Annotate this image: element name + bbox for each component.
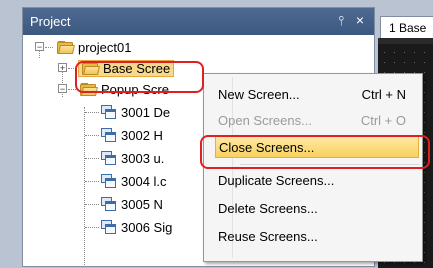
grid-dot [424, 112, 425, 113]
tree-node-screen[interactable]: 3006 Sig [85, 217, 172, 237]
annotation-highlight-base-screen [75, 61, 204, 93]
screen-icon [101, 151, 116, 165]
grid-dot [404, 262, 405, 263]
grid-dot [424, 92, 425, 93]
screen-icon [101, 174, 116, 188]
grid-dot [424, 102, 425, 103]
menu-item-label: Delete Screens... [218, 201, 318, 216]
screen-icon [101, 128, 116, 142]
annotation-highlight-close-screens [200, 135, 430, 169]
menu-item-duplicate-screens[interactable]: Duplicate Screens... [216, 170, 414, 192]
grid-dot [424, 132, 425, 133]
grid-dot [424, 72, 425, 73]
screen-icon [101, 220, 116, 234]
grid-dot [394, 62, 395, 63]
menu-item-shortcut: Ctrl + N [361, 87, 406, 102]
grid-dot [424, 232, 425, 233]
grid-dot [424, 122, 425, 123]
tree-label: 3003 u. [121, 150, 165, 166]
panel-title: Project [30, 14, 71, 29]
menu-item-label: Open Screens... [218, 113, 312, 128]
grid-dot [424, 182, 425, 183]
menu-item-new-screen[interactable]: New Screen... Ctrl + N [216, 84, 414, 106]
grid-dot [414, 52, 415, 53]
grid-dot [414, 62, 415, 63]
screen-icon [101, 197, 116, 211]
grid-dot [424, 62, 425, 63]
menu-item-open-screens[interactable]: Open Screens... Ctrl + O [216, 110, 414, 132]
tree-label: 3006 Sig [121, 219, 173, 235]
close-icon[interactable]: × [356, 12, 364, 28]
grid-dot [424, 252, 425, 253]
grid-dot [384, 52, 385, 53]
menu-item-label: Reuse Screens... [218, 229, 318, 244]
tree-label: project01 [78, 39, 132, 55]
grid-dot [424, 212, 425, 213]
tree-node-screen[interactable]: 3002 H [85, 125, 163, 145]
tree-node-project01[interactable]: − project01 [35, 37, 131, 57]
grid-dot [414, 262, 415, 263]
menu-item-label: Duplicate Screens... [218, 173, 335, 188]
tree-node-screen[interactable]: 3003 u. [85, 148, 164, 168]
grid-dot [424, 52, 425, 53]
panel-header: Project ⫯ × [23, 8, 374, 35]
expand-icon[interactable]: + [58, 63, 67, 73]
grid-dot [404, 62, 405, 63]
tree-node-screen[interactable]: 3004 l.c [85, 171, 167, 191]
grid-dot [424, 202, 425, 203]
collapse-icon[interactable]: − [58, 84, 67, 94]
grid-dot [384, 262, 385, 263]
folder-icon [57, 40, 75, 54]
menu-item-delete-screens[interactable]: Delete Screens... [216, 198, 414, 220]
grid-dot [404, 52, 405, 53]
collapse-icon[interactable]: − [35, 42, 44, 52]
screen-icon [101, 105, 116, 119]
grid-dot [424, 82, 425, 83]
grid-dot [394, 52, 395, 53]
grid-dot [394, 262, 395, 263]
tree-node-screen[interactable]: 3001 De [85, 102, 170, 122]
tree-label: 3002 H [121, 127, 163, 143]
menu-item-label: New Screen... [218, 87, 300, 102]
tree-label: 3001 De [121, 104, 171, 120]
ruler [378, 38, 433, 44]
menu-item-shortcut: Ctrl + O [360, 113, 406, 128]
tree-label: 3004 l.c [121, 173, 167, 189]
grid-dot [384, 62, 385, 63]
tab-base-screen[interactable]: 1 Base [380, 16, 433, 38]
menu-item-reuse-screens[interactable]: Reuse Screens... [216, 226, 414, 248]
grid-dot [424, 172, 425, 173]
grid-dot [424, 242, 425, 243]
grid-dot [424, 262, 425, 263]
grid-dot [424, 192, 425, 193]
tree-label: 3005 N [121, 196, 163, 212]
tree-node-screen[interactable]: 3005 N [85, 194, 163, 214]
pin-icon[interactable]: ⫯ [338, 13, 344, 29]
grid-dot [424, 222, 425, 223]
